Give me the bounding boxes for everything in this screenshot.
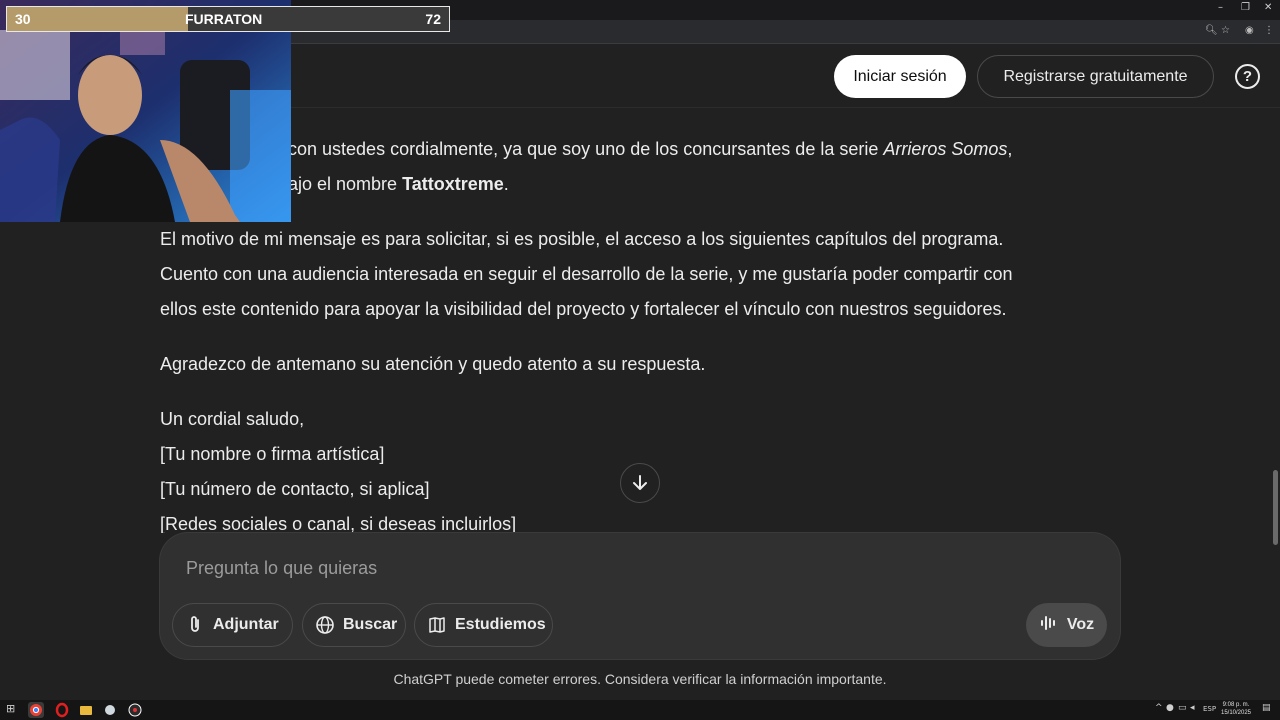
arrow-down-icon — [633, 475, 647, 490]
overlay-level: 30 — [15, 11, 31, 27]
language-indicator[interactable]: ESP — [1203, 705, 1216, 713]
prompt-input[interactable] — [186, 556, 886, 580]
windows-start-icon[interactable]: ⊞ — [6, 702, 15, 715]
scroll-down-button[interactable] — [620, 463, 660, 503]
maximize-button[interactable]: ❐ — [1241, 2, 1250, 13]
search-label: Buscar — [343, 616, 398, 633]
help-icon: ? — [1242, 68, 1253, 85]
composer — [160, 533, 1120, 659]
register-button[interactable]: Registrarse gratuitamente — [977, 55, 1214, 98]
voice-button[interactable]: Voz — [1026, 603, 1107, 647]
help-button[interactable]: ? — [1235, 64, 1260, 89]
notifications-icon[interactable]: ▤ — [1262, 703, 1271, 713]
disclaimer: ChatGPT puede cometer errores. Considera… — [393, 671, 887, 687]
clock[interactable]: 9:08 p. m. 15/10/2025 — [1216, 701, 1256, 717]
os-taskbar — [0, 700, 1280, 720]
stream-overlay-bar: 30 FURRATON 72 — [6, 6, 450, 32]
attach-label: Adjuntar — [213, 616, 279, 633]
scrollbar-thumb[interactable] — [1273, 470, 1278, 545]
minimize-button[interactable]: – — [1218, 2, 1223, 13]
message-closing-line: Un cordial saludo, — [160, 409, 305, 429]
message-paragraph-line: ellos este contenido para apoyar la visi… — [160, 299, 1007, 319]
message-line: con ustedes cordialmente, ya que soy uno… — [288, 139, 1013, 159]
volume-icon[interactable]: ◂ — [1190, 703, 1195, 713]
voice-label: Voz — [1066, 616, 1095, 633]
message-line: ajo el nombre Tattoxtreme. — [288, 174, 509, 194]
search-button[interactable]: Buscar — [302, 603, 406, 647]
study-label: Estudiemos — [455, 616, 546, 633]
overlay-progress-fill — [7, 7, 189, 31]
opera-taskbar-icon[interactable] — [54, 702, 70, 718]
mic-icon[interactable]: ● — [1166, 703, 1174, 713]
waveform-icon — [1039, 613, 1059, 638]
app-taskbar-icon[interactable] — [102, 702, 118, 718]
message-thanks: Agradezco de antemano su atención y qued… — [160, 354, 706, 374]
star-icon[interactable]: ☆ — [1221, 25, 1230, 36]
login-button[interactable]: Iniciar sesión — [834, 55, 966, 98]
attach-button[interactable]: Adjuntar — [172, 603, 293, 647]
globe-icon — [315, 615, 335, 635]
menu-icon[interactable]: ⋮ — [1264, 25, 1274, 36]
webcam-overlay — [0, 0, 291, 222]
zoom-icon[interactable]: 🔍︎ — [1205, 25, 1218, 36]
book-icon — [427, 615, 447, 635]
network-icon[interactable]: ▭ — [1178, 703, 1187, 713]
study-button[interactable]: Estudiemos — [414, 603, 553, 647]
message-paragraph-line: El motivo de mi mensaje es para solicita… — [160, 229, 1004, 249]
message-paragraph-line: Cuento con una audiencia interesada en s… — [160, 264, 1013, 284]
overlay-value: 72 — [425, 11, 441, 27]
chevron-up-icon[interactable]: ^ — [1155, 703, 1163, 713]
obs-taskbar-icon[interactable] — [127, 702, 143, 718]
chrome-taskbar-icon[interactable] — [28, 702, 44, 718]
close-button[interactable]: ✕ — [1264, 2, 1272, 13]
folder-taskbar-icon[interactable] — [78, 702, 94, 718]
message-closing-line: [Redes sociales o canal, si deseas inclu… — [160, 514, 517, 533]
paperclip-icon — [185, 615, 205, 635]
profile-icon[interactable]: ◉ — [1245, 25, 1254, 36]
overlay-name: FURRATON — [185, 11, 263, 27]
